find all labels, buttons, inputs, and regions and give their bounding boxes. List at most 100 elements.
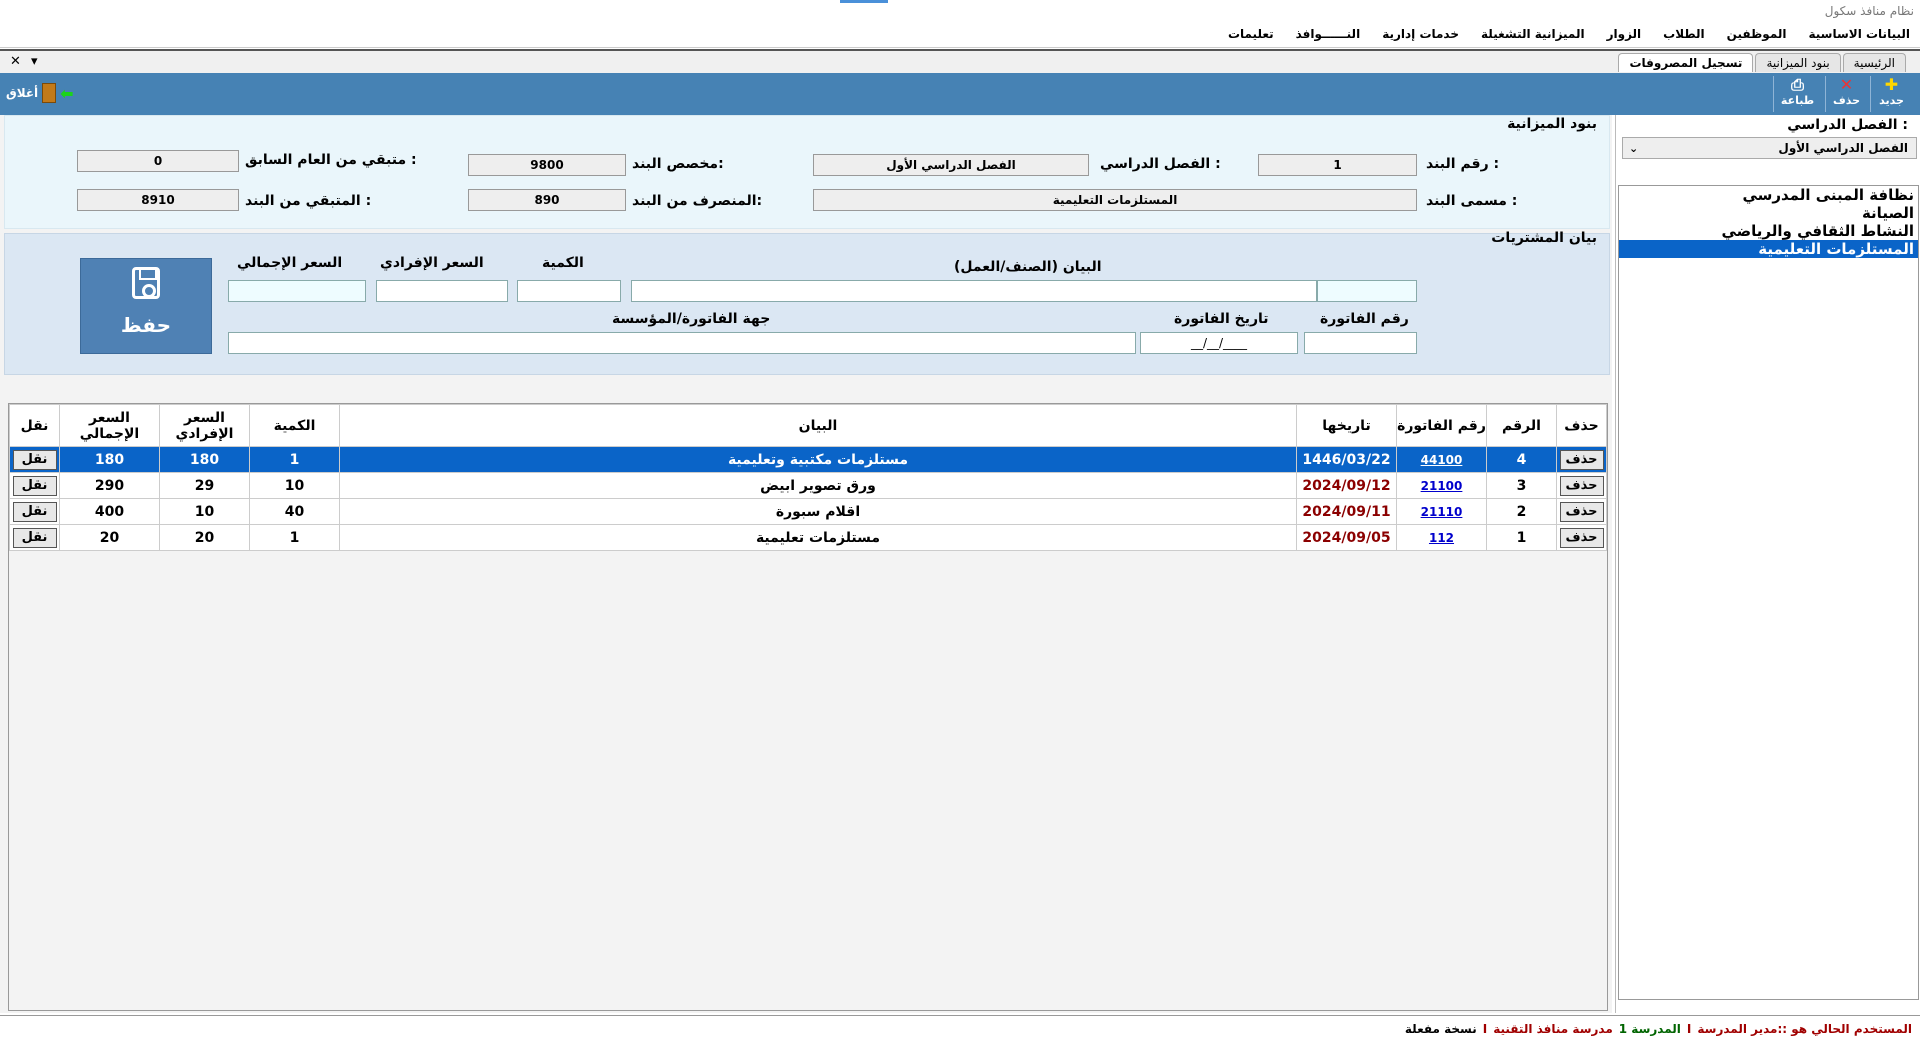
- cell-move: نقل: [9, 498, 60, 525]
- tab-controls: ✕ ▾: [10, 54, 38, 69]
- menu-item-6[interactable]: النــــــوافذ: [1296, 27, 1361, 41]
- item-code-input[interactable]: [1317, 280, 1417, 302]
- spent-label: المنصرف من البند:: [632, 193, 763, 209]
- cell-move: نقل: [9, 446, 60, 473]
- close-window-button[interactable]: أغلاق ⬅: [6, 83, 74, 103]
- table-row[interactable]: نقل 400 10 40 اقلام سبورة 2024/09/11 21110 2 حذف: [9, 498, 1607, 525]
- allocated-field[interactable]: 9800: [468, 154, 626, 176]
- cell-no: 3: [1486, 472, 1557, 499]
- cell-total: 180: [59, 446, 160, 473]
- cell-desc: مستلزمات تعليمية: [339, 524, 1297, 551]
- semester-field[interactable]: الفصل الدراسي الأول: [813, 154, 1089, 176]
- print-button-label: طباعة: [1780, 94, 1815, 107]
- purchase-section-title: بيان المشتريات: [1491, 230, 1597, 246]
- menu-item-5[interactable]: خدمات إدارية: [1382, 27, 1459, 41]
- desc-input[interactable]: [631, 280, 1317, 302]
- delete-button[interactable]: ✕ حذف: [1825, 76, 1867, 112]
- cell-unit: 10: [159, 498, 250, 525]
- cell-date: 2024/09/11: [1296, 498, 1397, 525]
- semester-field-label: الفصل الدراسي :: [1100, 156, 1221, 172]
- tab-1[interactable]: بنود الميزانية: [1755, 53, 1841, 72]
- cell-total: 400: [59, 498, 160, 525]
- window-title: نظام منافذ سكول: [1824, 4, 1914, 18]
- invoice-date-input[interactable]: __/__/____: [1140, 332, 1298, 354]
- item-no-field[interactable]: 1: [1258, 154, 1417, 176]
- col-desc: البيان: [339, 404, 1297, 447]
- move-button[interactable]: نقل: [12, 475, 57, 496]
- school-label: 1 المدرسة: [1618, 1022, 1681, 1036]
- spent-field[interactable]: 890: [468, 189, 626, 211]
- move-button[interactable]: نقل: [12, 527, 57, 548]
- cell-no: 1: [1486, 524, 1557, 551]
- table-row[interactable]: نقل 290 29 10 ورق تصوير ابيض 2024/09/12 21100 3…: [9, 472, 1607, 499]
- cell-desc: مستلزمات مكتبية وتعليمية: [339, 446, 1297, 473]
- table-body: نقل 180 180 1 مستلزمات مكتبية وتعليمية 1446/0…: [9, 446, 1607, 551]
- unit-price-input[interactable]: [376, 280, 508, 302]
- table-row[interactable]: نقل 20 20 1 مستلزمات تعليمية 2024/09/05 112 1 حذ…: [9, 524, 1607, 551]
- menu-item-7[interactable]: تعليمات: [1228, 27, 1274, 41]
- cell-unit: 29: [159, 472, 250, 499]
- new-button[interactable]: ✚ جديد: [1870, 76, 1912, 112]
- status-separator: I: [1686, 1022, 1692, 1036]
- total-input[interactable]: [228, 280, 366, 302]
- school-name: مدرسة منافذ التقنية: [1493, 1022, 1613, 1036]
- cell-no: 4: [1486, 446, 1557, 473]
- menu-bar: البيانات الاساسية الموظفين الطلاب الزوار الم…: [0, 22, 1920, 48]
- save-button[interactable]: حفظ: [80, 258, 212, 354]
- invoice-link[interactable]: 44100: [1421, 453, 1463, 467]
- main-area: بنود الميزانية رقم البند : 1 الفصل الدرا…: [0, 115, 1612, 1013]
- qty-input[interactable]: [517, 280, 621, 302]
- cell-unit: 180: [159, 446, 250, 473]
- vendor-label: جهة الفاتورة/المؤسسة: [612, 311, 771, 327]
- budget-list-item[interactable]: المستلزمات التعليمية: [1619, 240, 1918, 258]
- cell-delete: حذف: [1556, 498, 1607, 525]
- invoice-link[interactable]: 21110: [1421, 505, 1463, 519]
- move-button[interactable]: نقل: [12, 449, 57, 470]
- budget-list-item[interactable]: نظافة المبنى المدرسي: [1619, 186, 1918, 204]
- menu-item-4[interactable]: الميزانية التشغيلة: [1481, 27, 1585, 41]
- menu-item-2[interactable]: الطلاب: [1663, 27, 1704, 41]
- budget-section-title: بنود الميزانية: [1507, 116, 1597, 132]
- col-no: الرقم: [1486, 404, 1557, 447]
- col-qty: الكمية: [249, 404, 340, 447]
- invoice-link[interactable]: 21100: [1421, 479, 1463, 493]
- cell-invoice: 44100: [1396, 446, 1487, 473]
- col-move: نقل: [9, 404, 60, 447]
- delete-row-button[interactable]: حذف: [1559, 449, 1604, 470]
- invoice-link[interactable]: 112: [1429, 531, 1454, 545]
- vendor-input[interactable]: [228, 332, 1136, 354]
- close-icon[interactable]: ✕: [10, 54, 21, 69]
- print-button[interactable]: ⎙ طباعة: [1773, 76, 1821, 112]
- menu-item-0[interactable]: البيانات الاساسية: [1808, 27, 1910, 41]
- budget-list-item[interactable]: النشاط الثقافي والرياضي: [1619, 222, 1918, 240]
- menu-item-1[interactable]: الموظفين: [1727, 27, 1787, 41]
- col-unit: السعر الإفرادي: [159, 404, 250, 447]
- dropdown-icon[interactable]: ▾: [31, 54, 38, 69]
- delete-row-button[interactable]: حذف: [1559, 501, 1604, 522]
- item-name-field[interactable]: المستلزمات التعليمية: [813, 189, 1417, 211]
- budget-items-list: نظافة المبنى المدرسي الصيانة النشاط الثقاف…: [1618, 185, 1919, 1000]
- delete-row-button[interactable]: حذف: [1559, 527, 1604, 548]
- budget-list-item[interactable]: الصيانة: [1619, 204, 1918, 222]
- prev-year-field[interactable]: 0: [77, 150, 239, 172]
- delete-button-label: حذف: [1832, 94, 1861, 107]
- chevron-down-icon: ⌄: [1629, 141, 1639, 155]
- cell-total: 20: [59, 524, 160, 551]
- tab-2[interactable]: تسجيل المصروفات: [1618, 53, 1754, 72]
- status-separator-2: I: [1482, 1022, 1488, 1036]
- delete-row-button[interactable]: حذف: [1559, 475, 1604, 496]
- tab-bar: الرئيسية بنود الميزانية تسجيل المصروفات ✕ …: [0, 49, 1920, 73]
- remaining-field[interactable]: 8910: [77, 189, 239, 211]
- cell-delete: حذف: [1556, 446, 1607, 473]
- prev-year-label: متبقي من العام السابق :: [245, 152, 417, 168]
- menu-item-3[interactable]: الزوار: [1607, 27, 1642, 41]
- move-button[interactable]: نقل: [12, 501, 57, 522]
- table-row[interactable]: نقل 180 180 1 مستلزمات مكتبية وتعليمية 1446/0…: [9, 446, 1607, 473]
- tab-0[interactable]: الرئيسية: [1842, 53, 1906, 72]
- cell-qty: 10: [249, 472, 340, 499]
- remaining-label: المتبقي من البند :: [245, 193, 372, 209]
- invoice-no-input[interactable]: [1304, 332, 1417, 354]
- exit-arrow-icon: ⬅: [60, 83, 74, 103]
- menu-list: البيانات الاساسية الموظفين الطلاب الزوار الم…: [1228, 27, 1910, 41]
- semester-select[interactable]: الفصل الدراسي الأول ⌄: [1622, 137, 1917, 159]
